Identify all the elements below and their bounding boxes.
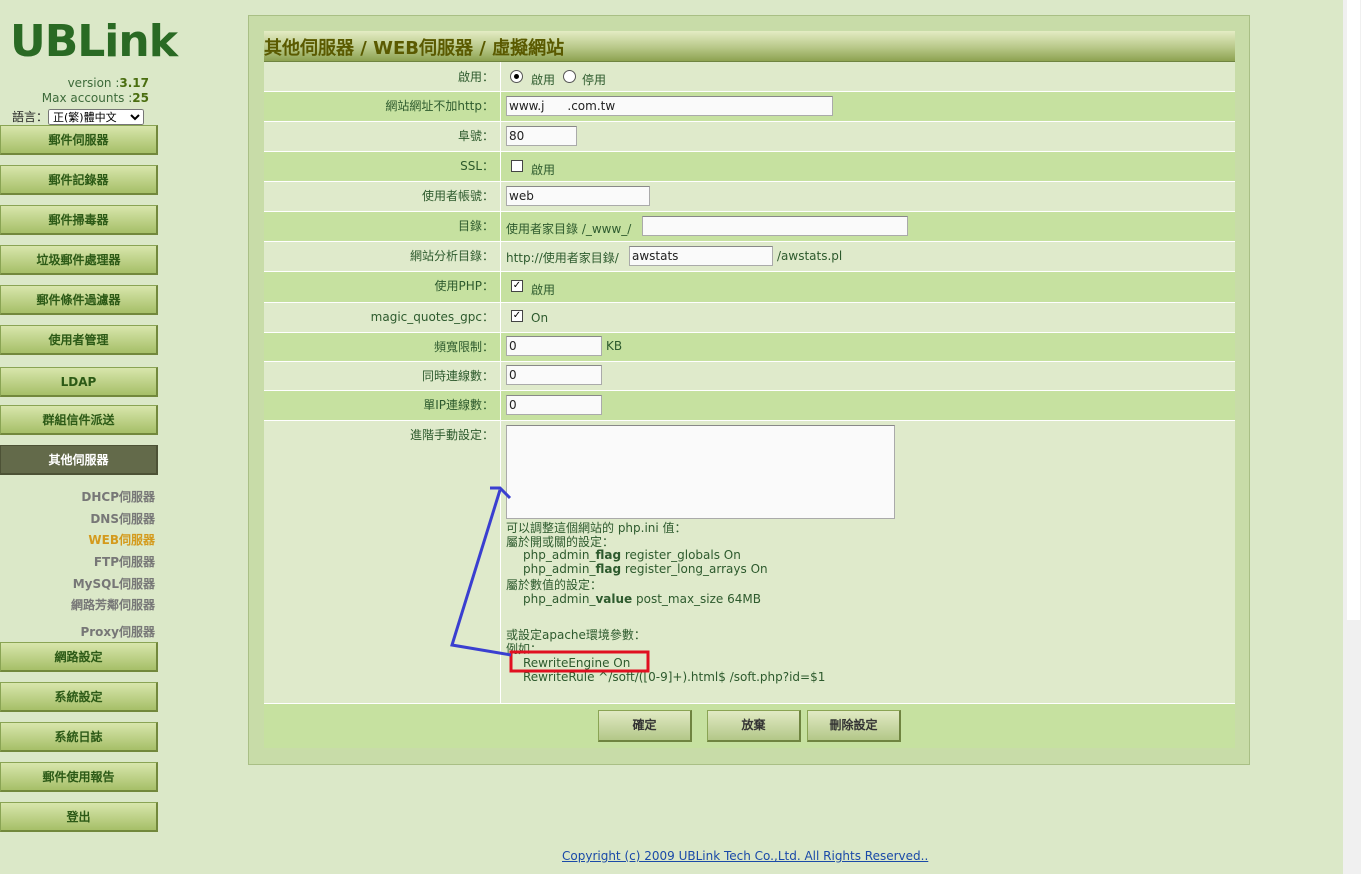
- footer-copyright-link[interactable]: Copyright (c) 2009 UBLink Tech Co.,Ltd. …: [562, 849, 928, 863]
- annotation-overlay: [450, 486, 650, 673]
- highlight-box: [509, 650, 650, 673]
- scrollbar-thumb[interactable]: [1347, 0, 1360, 620]
- annotation-arrow-icon: [450, 486, 512, 657]
